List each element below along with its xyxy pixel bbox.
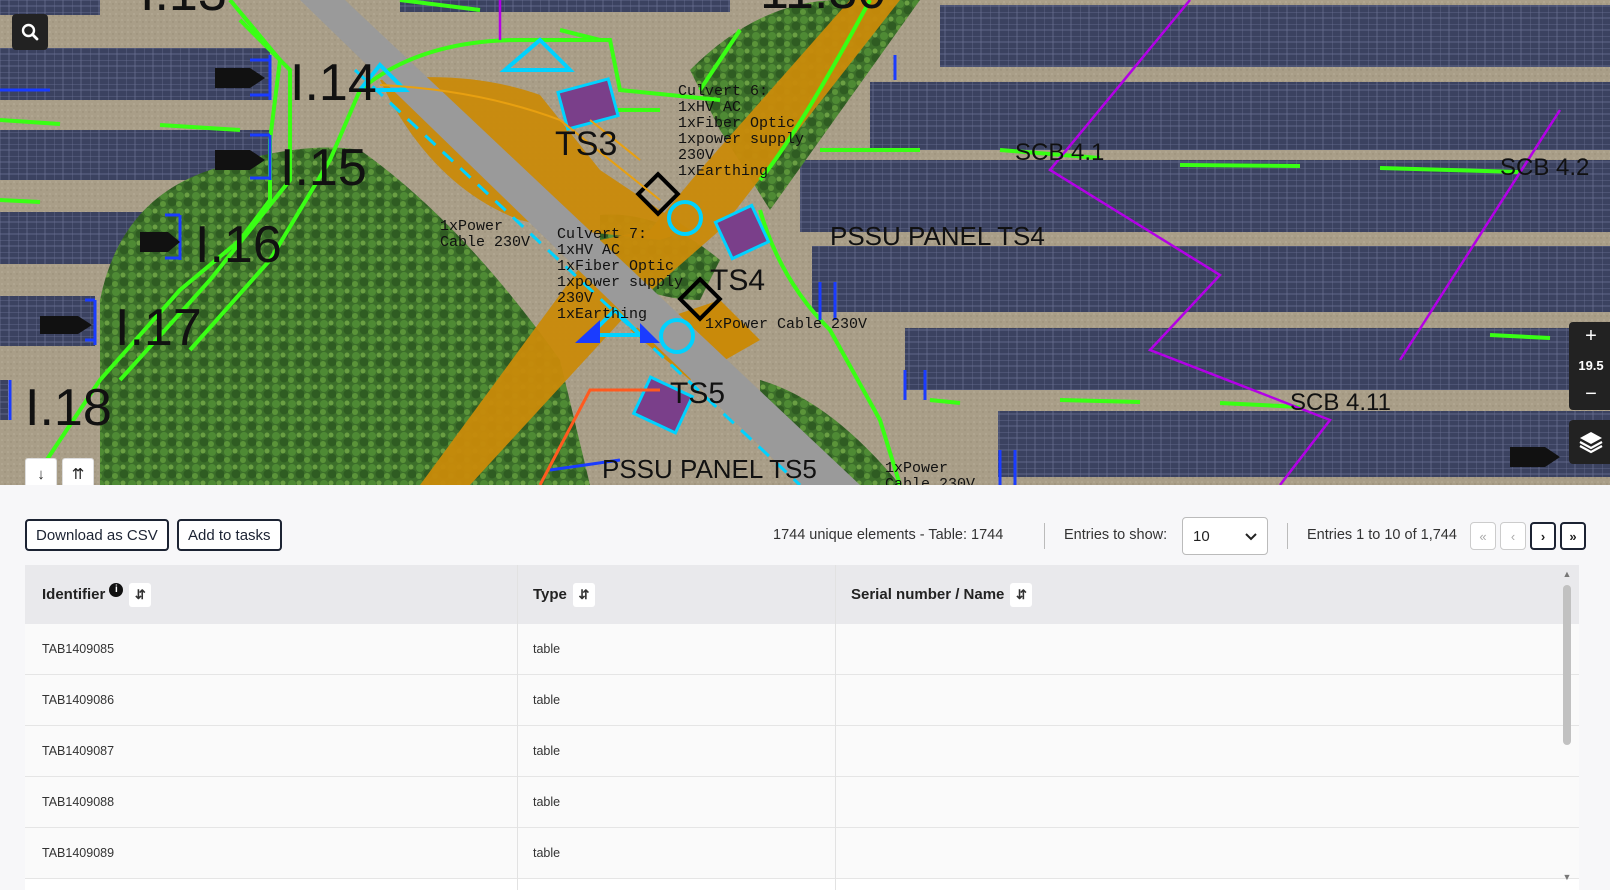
svg-text:1xFiber Optic: 1xFiber Optic xyxy=(678,115,795,132)
entries-range: Entries 1 to 10 of 1,744 xyxy=(1307,527,1457,543)
svg-text:Cable 230V: Cable 230V xyxy=(885,476,975,485)
svg-text:I.18: I.18 xyxy=(25,379,112,437)
scrollbar-thumb[interactable] xyxy=(1563,585,1571,745)
svg-text:230V: 230V xyxy=(678,147,714,164)
map-view[interactable]: I.14 I.15 I.16 I.17 I.18 I.13 11.30 TS3 … xyxy=(0,0,1610,485)
zoom-in-button[interactable]: + xyxy=(1569,322,1610,350)
svg-text:1xEarthing: 1xEarthing xyxy=(557,306,647,323)
svg-text:I.16: I.16 xyxy=(195,216,282,274)
svg-text:I.17: I.17 xyxy=(115,299,202,357)
next-page-button[interactable]: › xyxy=(1530,522,1556,550)
cell-type: table xyxy=(533,795,561,809)
collapse-up-button[interactable]: ⇈ xyxy=(62,458,94,485)
svg-text:SCB 4.1: SCB 4.1 xyxy=(1015,139,1104,166)
svg-text:1xPower Cable 230V: 1xPower Cable 230V xyxy=(705,316,867,333)
svg-text:1xPower: 1xPower xyxy=(440,218,503,235)
cell-type: table xyxy=(533,642,561,656)
zoom-control: + 19.5 − xyxy=(1569,322,1610,410)
cell-identifier: TAB1409089 xyxy=(42,846,115,860)
first-page-button[interactable]: « xyxy=(1470,522,1496,550)
column-label: Identifier xyxy=(42,586,106,603)
svg-text:I.15: I.15 xyxy=(280,139,367,197)
column-divider xyxy=(835,565,836,890)
svg-text:1xpower supply: 1xpower supply xyxy=(678,131,804,148)
table-row[interactable]: TAB1409088 table xyxy=(25,777,1579,828)
svg-text:1xHV AC: 1xHV AC xyxy=(678,99,741,116)
column-label: Type xyxy=(533,586,567,603)
expand-down-button[interactable]: ↓ xyxy=(25,458,57,485)
svg-text:PSSU PANEL TS4: PSSU PANEL TS4 xyxy=(830,221,1045,251)
svg-text:I.13: I.13 xyxy=(140,0,227,22)
svg-text:SCB 4.2: SCB 4.2 xyxy=(1500,154,1589,181)
sort-icon[interactable]: ⇵ xyxy=(572,582,595,607)
cell-identifier: TAB1409086 xyxy=(42,693,115,707)
column-header-serial: Serial number / Name ⇵ xyxy=(851,565,1033,624)
svg-text:1xEarthing: 1xEarthing xyxy=(678,163,768,180)
column-header-type: Type ⇵ xyxy=(533,565,595,624)
svg-text:PSSU PANEL TS5: PSSU PANEL TS5 xyxy=(602,454,817,484)
cell-identifier: TAB1409087 xyxy=(42,744,115,758)
table-toolbar: Download as CSV Add to tasks 1744 unique… xyxy=(0,485,1610,565)
info-icon[interactable]: i xyxy=(109,582,124,597)
svg-text:I.14: I.14 xyxy=(290,54,377,112)
svg-text:TS5: TS5 xyxy=(670,377,725,410)
cell-identifier: TAB1409088 xyxy=(42,795,115,809)
column-divider xyxy=(517,565,518,890)
svg-text:Culvert 6:: Culvert 6: xyxy=(678,83,768,100)
add-to-tasks-button[interactable]: Add to tasks xyxy=(177,519,282,551)
svg-text:11.30: 11.30 xyxy=(760,0,886,20)
column-header-identifier: Identifier i ⇵ xyxy=(42,565,152,624)
unique-elements-count: 1744 unique elements - Table: 1744 xyxy=(773,527,1004,543)
entries-label: Entries to show: xyxy=(1064,527,1168,543)
cell-type: table xyxy=(533,693,561,707)
divider xyxy=(1044,523,1045,549)
cell-type: table xyxy=(533,744,561,758)
table-row[interactable]: TAB1409089 table xyxy=(25,828,1579,879)
cell-type: table xyxy=(533,846,561,860)
table-row[interactable]: TAB1409086 table xyxy=(25,675,1579,726)
layers-icon[interactable] xyxy=(1569,420,1610,464)
svg-text:1xHV AC: 1xHV AC xyxy=(557,242,620,259)
table-row[interactable]: TAB1409087 table xyxy=(25,726,1579,777)
prev-page-button[interactable]: ‹ xyxy=(1500,522,1526,550)
svg-text:SCB 4.11: SCB 4.11 xyxy=(1290,389,1391,416)
svg-text:1xPower: 1xPower xyxy=(885,460,948,477)
zoom-out-button[interactable]: − xyxy=(1569,380,1610,408)
zoom-level: 19.5 xyxy=(1578,357,1604,373)
scroll-up-icon[interactable]: ▲ xyxy=(1562,569,1572,579)
sort-icon[interactable]: ⇵ xyxy=(129,582,152,607)
search-icon[interactable] xyxy=(12,14,48,50)
scroll-down-icon[interactable]: ▼ xyxy=(1562,872,1572,882)
svg-text:Cable 230V: Cable 230V xyxy=(440,234,530,251)
aerial-map-layer: I.14 I.15 I.16 I.17 I.18 I.13 11.30 TS3 … xyxy=(0,0,1610,485)
divider xyxy=(1287,523,1288,549)
download-csv-button[interactable]: Download as CSV xyxy=(25,519,169,551)
chevron-down-icon xyxy=(1245,528,1257,545)
sort-icon[interactable]: ⇵ xyxy=(1010,582,1033,607)
table-scrollbar[interactable]: ▲ ▼ xyxy=(1560,567,1574,885)
svg-text:230V: 230V xyxy=(557,290,593,307)
cell-identifier: TAB1409085 xyxy=(42,642,115,656)
table-row[interactable]: TAB1409085 table xyxy=(25,624,1579,675)
column-label: Serial number / Name xyxy=(851,586,1005,603)
data-table: Identifier i ⇵ Type ⇵ Serial number / Na… xyxy=(25,565,1579,890)
svg-text:TS3: TS3 xyxy=(555,125,617,163)
svg-text:1xpower supply: 1xpower supply xyxy=(557,274,683,291)
svg-text:1xFiber Optic: 1xFiber Optic xyxy=(557,258,674,275)
table-header: Identifier i ⇵ Type ⇵ Serial number / Na… xyxy=(25,565,1579,624)
entries-select-value: 10 xyxy=(1193,527,1210,545)
entries-select[interactable]: 10 xyxy=(1182,517,1268,555)
svg-text:Culvert 7:: Culvert 7: xyxy=(557,226,647,243)
svg-text:TS4: TS4 xyxy=(710,264,765,297)
last-page-button[interactable]: » xyxy=(1560,522,1586,550)
